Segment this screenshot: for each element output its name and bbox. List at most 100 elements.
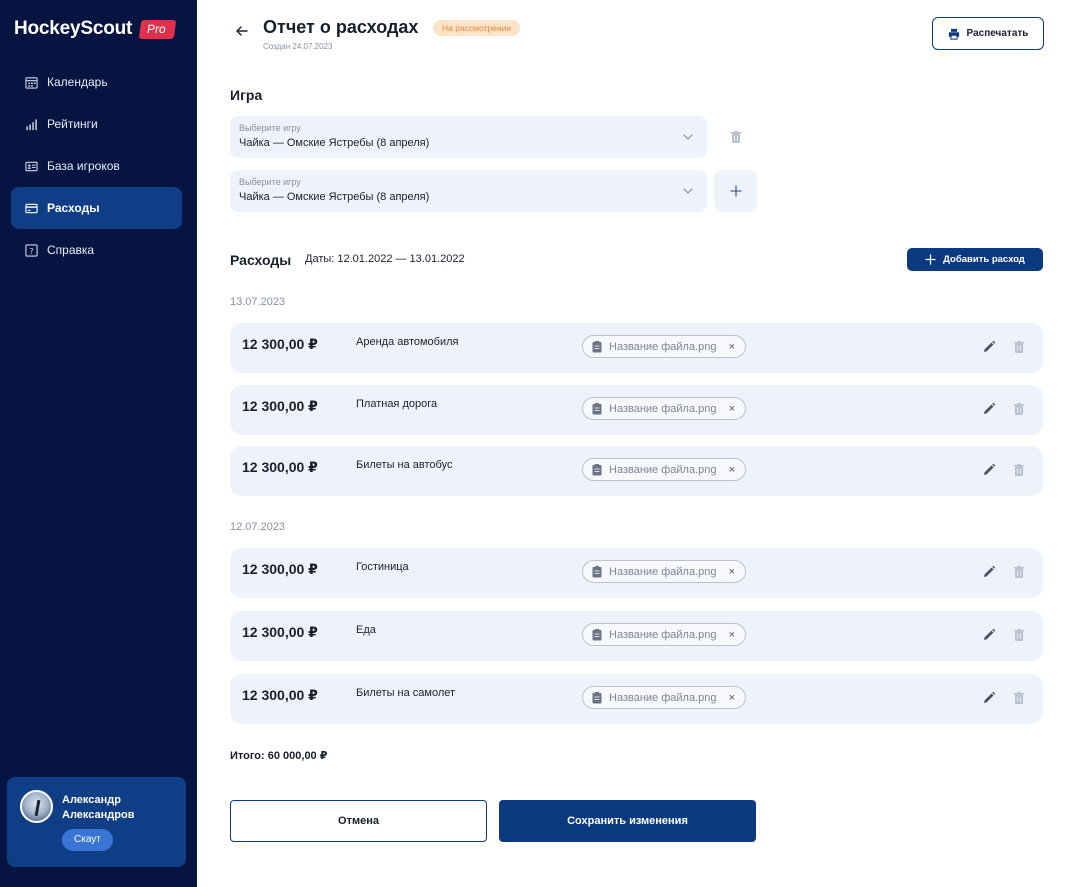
sidebar-item-ratings[interactable]: Рейтинги <box>11 103 182 145</box>
expense-group-date: 13.07.2023 <box>230 296 286 308</box>
game-select-value: Чайка — Омские Ястребы (8 апреля) <box>239 137 430 149</box>
page-title: Отчет о расходах <box>263 17 419 37</box>
status-badge: На рассмотрении <box>433 20 521 36</box>
trash-icon[interactable] <box>729 130 743 144</box>
user-name: Александр Александров <box>62 794 135 821</box>
id-card-icon <box>25 160 38 173</box>
avatar <box>20 790 53 823</box>
expense-name: Аренда автомобиля <box>356 336 459 348</box>
game-select-value: Чайка — Омские Ястребы (8 апреля) <box>239 191 430 203</box>
cancel-button-label: Отмена <box>338 815 379 827</box>
trash-icon[interactable] <box>1012 628 1026 642</box>
help-icon: ? <box>25 243 38 257</box>
trash-icon[interactable] <box>1012 691 1026 705</box>
expense-row: 12 300,00 ₽ Аренда автомобиля Название фай… <box>230 323 1043 373</box>
attachment-name: Название файла.png <box>609 463 717 476</box>
edit-icon[interactable] <box>982 628 996 642</box>
cancel-button[interactable]: Отмена <box>230 800 487 842</box>
edit-icon[interactable] <box>982 402 996 416</box>
print-button[interactable]: Распечатать <box>932 17 1044 50</box>
expense-group-date: 12.07.2023 <box>230 521 286 533</box>
edit-icon[interactable] <box>982 340 996 354</box>
file-icon <box>592 340 602 352</box>
expense-name: Платная дорога <box>356 398 438 410</box>
sidebar-item-expenses[interactable]: Расходы <box>11 187 182 229</box>
expense-amount: 12 300,00 ₽ <box>242 624 318 640</box>
remove-attachment-icon[interactable]: × <box>729 464 735 476</box>
attachment-name: Название файла.png <box>609 565 717 578</box>
file-icon <box>592 691 602 703</box>
sidebar-item-players[interactable]: База игроков <box>11 145 182 187</box>
sidebar-item-label: Расходы <box>47 201 100 215</box>
expense-amount: 12 300,00 ₽ <box>242 398 318 414</box>
chevron-down-icon <box>683 134 693 140</box>
expense-row: 12 300,00 ₽ Платная дорога Название файла.… <box>230 385 1043 435</box>
attachment-name: Название файла.png <box>609 340 717 353</box>
chevron-down-icon <box>683 188 693 194</box>
remove-attachment-icon[interactable]: × <box>729 692 735 704</box>
remove-attachment-icon[interactable]: × <box>729 566 735 578</box>
sidebar-nav: Календарь Рейтинги База игроков Расходы … <box>11 61 182 271</box>
file-icon <box>592 628 602 640</box>
remove-attachment-icon[interactable]: × <box>729 403 735 415</box>
sidebar-item-calendar[interactable]: Календарь <box>11 61 182 103</box>
expense-amount: 12 300,00 ₽ <box>242 459 318 475</box>
total-amount: Итого: 60 000,00 ₽ <box>230 750 328 762</box>
pro-badge: Pro <box>138 19 177 39</box>
credit-card-icon <box>25 202 38 215</box>
remove-attachment-icon[interactable]: × <box>729 629 735 641</box>
user-role-badge: Скаут <box>62 829 113 851</box>
attachment-name: Название файла.png <box>609 628 717 641</box>
expense-row: 12 300,00 ₽ Билеты на самолет Название фай… <box>230 674 1043 724</box>
game-select[interactable]: Выберите игру Чайка — Омские Ястребы (8 … <box>230 170 707 212</box>
edit-icon[interactable] <box>982 565 996 579</box>
attachment-chip[interactable]: Название файла.png × <box>582 560 746 583</box>
save-button[interactable]: Сохранить изменения <box>499 800 756 842</box>
bar-chart-icon <box>25 118 38 131</box>
save-button-label: Сохранить изменения <box>567 815 688 827</box>
file-icon <box>592 565 602 577</box>
created-date: Создан 24.07.2023 <box>263 42 333 51</box>
sidebar-item-label: Календарь <box>47 75 108 89</box>
expense-row: 12 300,00 ₽ Гостиница Название файла.png × <box>230 548 1043 598</box>
attachment-chip[interactable]: Название файла.png × <box>582 686 746 709</box>
remove-attachment-icon[interactable]: × <box>729 341 735 353</box>
plus-icon <box>729 185 742 197</box>
trash-icon[interactable] <box>1012 565 1026 579</box>
expense-name: Еда <box>356 624 376 636</box>
trash-icon[interactable] <box>1012 402 1026 416</box>
add-game-button[interactable] <box>714 170 757 212</box>
sidebar-item-label: Рейтинги <box>47 117 98 131</box>
file-icon <box>592 402 602 414</box>
expense-amount: 12 300,00 ₽ <box>242 687 318 703</box>
expense-row: 12 300,00 ₽ Билеты на автобус Название фай… <box>230 446 1043 496</box>
add-expense-button[interactable]: Добавить расход <box>907 248 1043 271</box>
edit-icon[interactable] <box>982 463 996 477</box>
add-expense-label: Добавить расход <box>943 254 1025 265</box>
calendar-icon <box>25 76 38 89</box>
game-select-label: Выберите игру <box>239 123 301 133</box>
attachment-chip[interactable]: Название файла.png × <box>582 623 746 646</box>
edit-icon[interactable] <box>982 691 996 705</box>
user-card[interactable]: Александр Александров Скаут <box>7 777 186 867</box>
app-logo[interactable]: HockeyScout Pro <box>14 18 177 40</box>
trash-icon[interactable] <box>1012 340 1026 354</box>
expense-name: Билеты на автобус <box>356 459 453 471</box>
game-select[interactable]: Выберите игру Чайка — Омские Ястребы (8 … <box>230 116 707 158</box>
expense-row: 12 300,00 ₽ Еда Название файла.png × <box>230 611 1043 661</box>
expense-amount: 12 300,00 ₽ <box>242 336 318 352</box>
svg-text:?: ? <box>29 245 33 255</box>
trash-icon[interactable] <box>1012 463 1026 477</box>
expense-amount: 12 300,00 ₽ <box>242 561 318 577</box>
attachment-name: Название файла.png <box>609 691 717 704</box>
back-arrow-icon[interactable] <box>234 23 250 39</box>
sidebar-item-help[interactable]: ? Справка <box>11 229 182 271</box>
attachment-chip[interactable]: Название файла.png × <box>582 458 746 481</box>
file-icon <box>592 463 602 475</box>
game-select-label: Выберите игру <box>239 177 301 187</box>
app-name: HockeyScout <box>14 18 133 39</box>
attachment-chip[interactable]: Название файла.png × <box>582 397 746 420</box>
attachment-chip[interactable]: Название файла.png × <box>582 335 746 358</box>
expense-name: Билеты на самолет <box>356 687 456 699</box>
sidebar-item-label: База игроков <box>47 159 120 173</box>
